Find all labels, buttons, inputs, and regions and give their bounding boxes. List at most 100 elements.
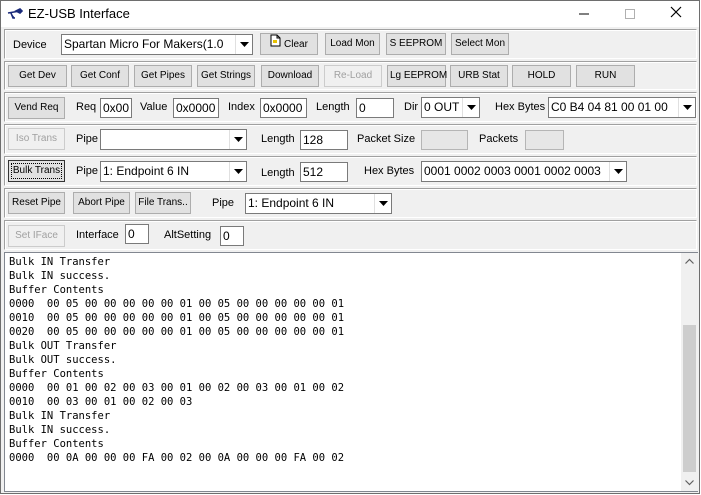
chevron-down-icon: [229, 130, 246, 149]
req-label: Req: [76, 101, 97, 113]
console-line: Bulk OUT Transfer: [9, 340, 117, 352]
title-bar: EZ-USB Interface: [1, 1, 699, 27]
dir-select[interactable]: 0 OUT: [421, 97, 480, 118]
scroll-down-button[interactable]: [681, 474, 698, 491]
get-pipes-button[interactable]: Get Pipes: [134, 65, 192, 87]
console-line: Buffer Contents: [9, 284, 104, 296]
bulk-transfer-row: Bulk Trans Pipe 1: Endpoint 6 IN Length …: [4, 156, 697, 186]
bulk-pipe-label: Pipe: [76, 165, 99, 177]
vertical-scrollbar[interactable]: [681, 253, 698, 491]
lg-eeprom-button[interactable]: Lg EEPROM: [387, 65, 447, 87]
maximize-button[interactable]: [607, 1, 653, 27]
altsetting-label: AltSetting: [164, 229, 212, 241]
console-line: Bulk IN success.: [9, 270, 111, 282]
iso-length-field[interactable]: 128: [300, 130, 348, 150]
device-select[interactable]: Spartan Micro For Makers(1.0: [61, 34, 253, 55]
hex-bytes-label: Hex Bytes: [495, 101, 546, 113]
abort-pipe-button[interactable]: Abort Pipe: [73, 192, 130, 214]
minimize-icon: [579, 13, 589, 15]
device-row: Device Spartan Micro For Makers(1.0 Clea…: [4, 29, 697, 59]
vendor-request-row: Vend Req Req 0x00 Value 0x0000 Index 0x0…: [4, 92, 697, 122]
reset-pipe-button[interactable]: Reset Pipe: [8, 192, 65, 214]
console-line: Bulk IN success.: [9, 424, 111, 436]
select-mon-button[interactable]: Select Mon: [451, 33, 509, 55]
value-field[interactable]: 0x0000: [173, 98, 219, 118]
interface-label: Interface: [76, 229, 119, 241]
clear-button[interactable]: Clear: [260, 33, 318, 55]
console-line: 0010 00 05 00 00 00 00 00 01 00 05 00 00…: [9, 312, 345, 324]
console-line: 0000 00 01 00 02 00 03 00 01 00 02 00 03…: [9, 382, 345, 394]
download-button[interactable]: Download: [261, 65, 319, 87]
packet-size-field[interactable]: [421, 130, 468, 150]
urb-stat-button[interactable]: URB Stat: [450, 65, 508, 87]
get-conf-button[interactable]: Get Conf: [71, 65, 129, 87]
interface-row: Set IFace Interface 0 AltSetting 0: [4, 220, 697, 250]
reset-pipe-select[interactable]: 1: Endpoint 6 IN: [245, 193, 392, 214]
packets-field[interactable]: [525, 130, 564, 150]
console-line: 0000 00 05 00 00 00 00 00 01 00 05 00 00…: [9, 298, 345, 310]
usb-app-icon: [7, 7, 24, 21]
chevron-down-icon: [462, 98, 479, 117]
s-eeprom-button[interactable]: S EEPROM: [386, 33, 446, 55]
iso-length-label: Length: [261, 133, 295, 145]
bulk-trans-button[interactable]: Bulk Trans: [8, 160, 65, 182]
commands-row: Get Dev Get Conf Get Pipes Get Strings D…: [4, 61, 697, 90]
file-trans-button[interactable]: File Trans..: [135, 192, 191, 214]
chevron-down-icon: [609, 162, 626, 181]
console-line: Buffer Contents: [9, 438, 104, 450]
iso-transfer-row: Iso Trans Pipe Length 128 Packet Size Pa…: [4, 124, 697, 154]
set-iface-button[interactable]: Set IFace: [8, 225, 65, 247]
reload-button[interactable]: Re-Load: [324, 65, 382, 87]
bulk-hex-bytes-value: 0001 0002 0003 0001 0002 0003: [424, 164, 601, 178]
index-field[interactable]: 0x0000: [260, 98, 307, 118]
packet-size-label: Packet Size: [357, 133, 416, 145]
scroll-thumb[interactable]: [683, 325, 696, 472]
chevron-down-icon: [678, 98, 695, 117]
chevron-up-icon: [685, 258, 694, 264]
device-label: Device: [13, 39, 47, 51]
bulk-hex-bytes-select[interactable]: 0001 0002 0003 0001 0002 0003: [421, 161, 627, 182]
scroll-up-button[interactable]: [681, 253, 698, 270]
app-window: EZ-USB Interface Device Spartan Micro Fo…: [0, 0, 700, 494]
length-label: Length: [316, 101, 350, 113]
altsetting-field[interactable]: 0: [220, 226, 244, 246]
get-dev-button[interactable]: Get Dev: [8, 65, 67, 87]
req-field[interactable]: 0x00: [100, 98, 132, 118]
console-text: Bulk IN Transfer Bulk IN success. Buffer C…: [9, 255, 679, 465]
vend-req-button[interactable]: Vend Req: [8, 97, 65, 119]
pipe-control-row: Reset Pipe Abort Pipe File Trans.. Pipe …: [4, 188, 697, 218]
reset-pipe-label: Pipe: [212, 197, 235, 209]
run-button[interactable]: RUN: [576, 65, 635, 87]
hold-button[interactable]: HOLD: [512, 65, 571, 87]
iso-pipe-label: Pipe: [76, 133, 99, 145]
get-strings-button[interactable]: Get Strings: [197, 65, 255, 87]
console-line: Bulk IN Transfer: [9, 256, 111, 268]
minimize-button[interactable]: [561, 1, 607, 27]
output-console[interactable]: Bulk IN Transfer Bulk IN success. Buffer C…: [4, 252, 698, 492]
console-line: Buffer Contents: [9, 368, 104, 380]
dir-select-value: 0 OUT: [424, 100, 460, 114]
reset-pipe-value: 1: Endpoint 6 IN: [248, 196, 335, 210]
chevron-down-icon: [229, 162, 246, 181]
bulk-pipe-select[interactable]: 1: Endpoint 6 IN: [100, 161, 247, 182]
bulk-length-field[interactable]: 512: [300, 162, 348, 182]
window-title: EZ-USB Interface: [28, 6, 130, 21]
interface-field[interactable]: 0: [125, 224, 149, 244]
length-field[interactable]: 0: [356, 98, 394, 118]
bulk-pipe-value: 1: Endpoint 6 IN: [103, 164, 190, 178]
console-line: 0020 00 05 00 00 00 00 00 01 00 05 00 00…: [9, 326, 345, 338]
console-line: 0010 00 03 00 01 00 02 00 03: [9, 396, 193, 408]
iso-pipe-select[interactable]: [100, 129, 247, 150]
iso-trans-button[interactable]: Iso Trans: [8, 128, 65, 150]
chevron-down-icon: [374, 194, 391, 213]
load-mon-button[interactable]: Load Mon: [325, 33, 380, 55]
chevron-down-icon: [685, 480, 694, 486]
document-icon: [270, 34, 281, 55]
console-line: Bulk OUT success.: [9, 354, 117, 366]
console-line: 0000 00 0A 00 00 00 FA 00 02 00 0A 00 00…: [9, 452, 345, 464]
packets-label: Packets: [479, 133, 519, 145]
console-line: Bulk IN Transfer: [9, 410, 111, 422]
close-button[interactable]: [653, 1, 699, 27]
vend-hex-bytes-select[interactable]: C0 B4 04 81 00 01 00: [548, 97, 696, 118]
dir-label: Dir: [404, 101, 419, 113]
